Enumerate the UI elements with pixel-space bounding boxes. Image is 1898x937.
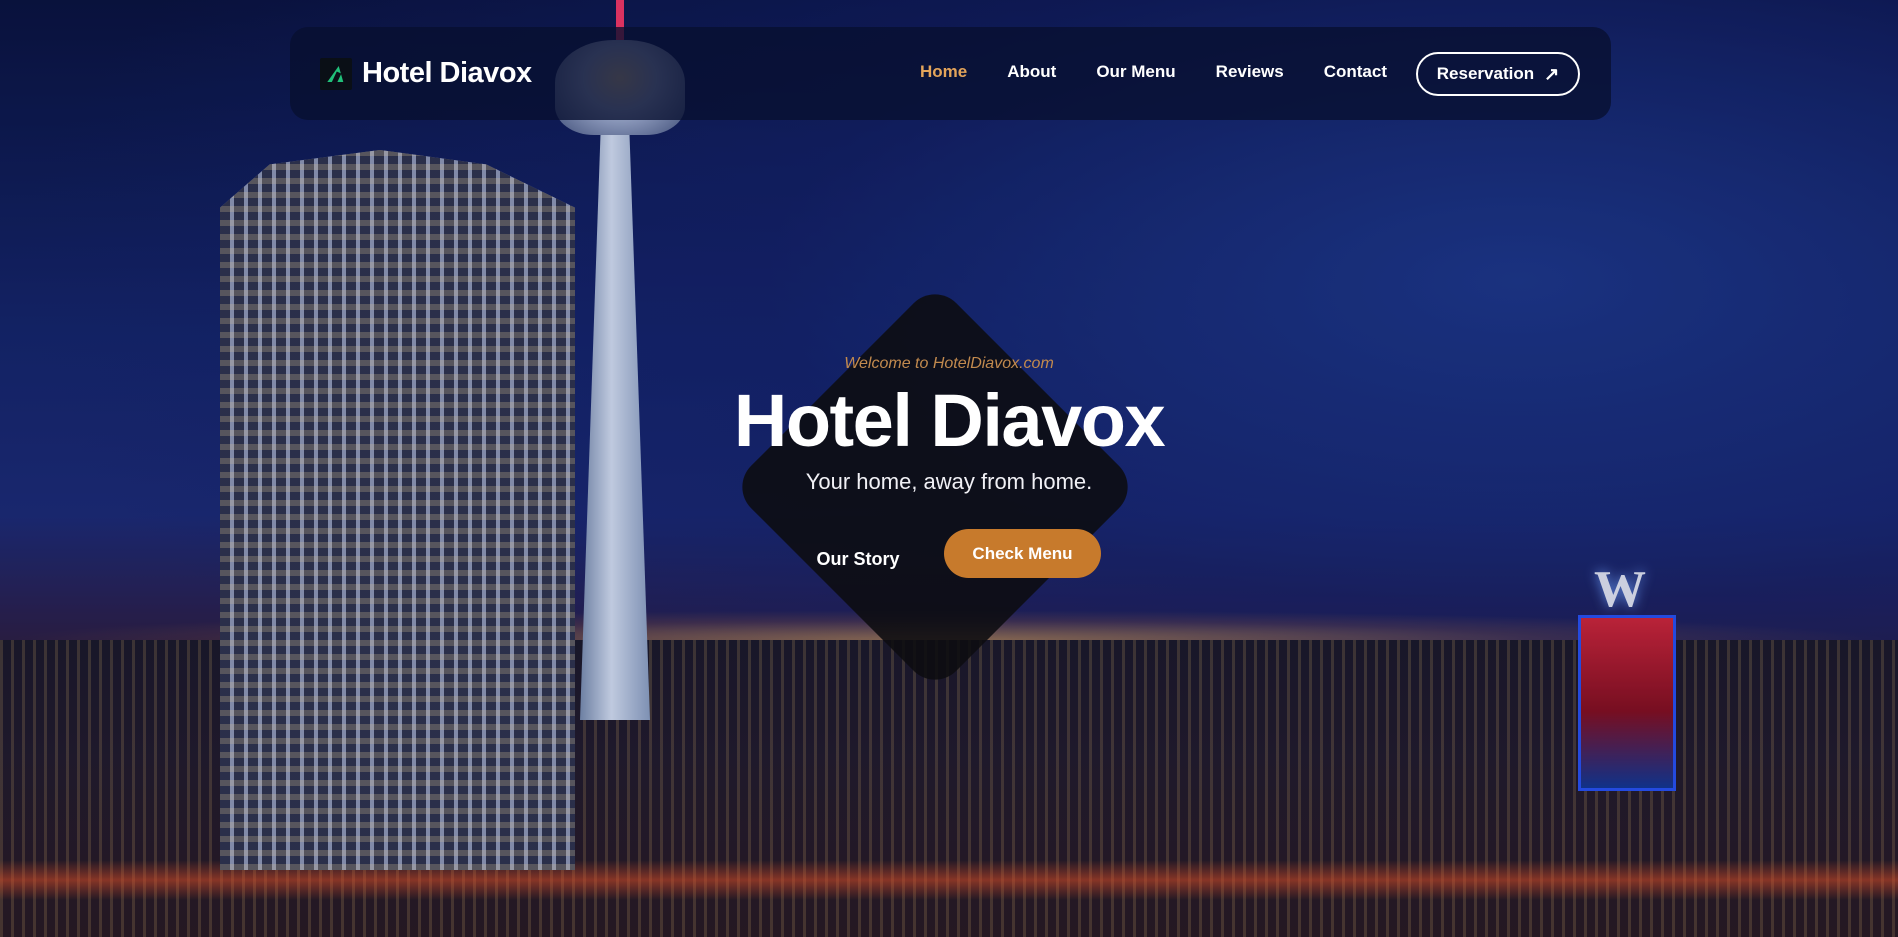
brand-logo[interactable]: Hotel Diavox bbox=[320, 57, 532, 90]
reservation-label: Reservation bbox=[1436, 64, 1535, 83]
reservation-button[interactable]: Reservation ↗ bbox=[1416, 52, 1580, 96]
hero-title: Hotel Diavox bbox=[733, 379, 1166, 462]
our-story-button[interactable]: Our Story bbox=[806, 544, 910, 574]
nav-contact[interactable]: Contact bbox=[1324, 62, 1387, 82]
nav-our-menu[interactable]: Our Menu bbox=[1096, 62, 1175, 82]
nav-home[interactable]: Home bbox=[920, 62, 967, 82]
nav-reviews[interactable]: Reviews bbox=[1216, 62, 1284, 82]
nav-about[interactable]: About bbox=[1007, 62, 1056, 82]
site-header: Hotel Diavox Home About Our Menu Reviews… bbox=[290, 27, 1611, 120]
hero-tagline: Your home, away from home. bbox=[805, 469, 1093, 494]
check-menu-label: Check Menu bbox=[972, 543, 1073, 563]
main-nav: Home About Our Menu Reviews Contact bbox=[920, 62, 1387, 82]
logo-mark-icon bbox=[320, 57, 352, 90]
check-menu-button[interactable]: Check Menu bbox=[944, 529, 1101, 578]
hero-welcome-text: Welcome to HotelDiavox.com bbox=[844, 355, 1054, 372]
brand-name: Hotel Diavox bbox=[362, 57, 532, 89]
arrow-up-right-icon: ↗ bbox=[1544, 64, 1560, 84]
